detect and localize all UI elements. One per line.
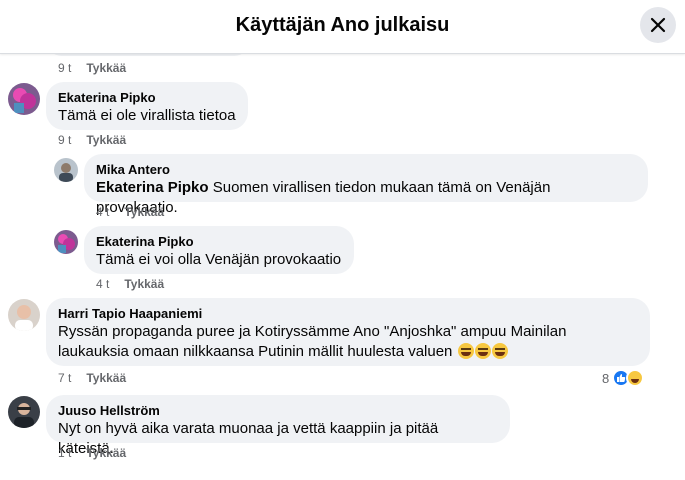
avatar[interactable] — [8, 396, 40, 428]
previous-comment-meta: 9 t Tykkää — [58, 61, 126, 75]
comment-text: Tämä ei ole virallista tietoa — [58, 107, 236, 124]
avatar[interactable] — [54, 158, 78, 182]
haha-reaction-icon — [626, 369, 645, 387]
comment-time[interactable]: 9 t — [58, 133, 71, 147]
comment-author[interactable]: Mika Antero — [96, 162, 636, 178]
comment-text: Tämä ei voi olla Venäjän provokaatio — [96, 251, 342, 268]
reaction-count: 8 — [602, 370, 610, 386]
comment-text-line: laukauksia omaan nilkkaansa Putinin mäll… — [58, 342, 638, 362]
comment-author[interactable]: Ekaterina Pipko — [58, 90, 236, 106]
like-link[interactable]: Tykkää — [86, 61, 126, 75]
comment-time[interactable]: 9 t — [58, 61, 71, 75]
avatar[interactable] — [8, 83, 40, 115]
comment-author[interactable]: Harri Tapio Haapaniemi — [58, 306, 638, 322]
comment-meta: 7 t Tykkää — [58, 371, 126, 385]
comment-author[interactable]: Ekaterina Pipko — [96, 234, 342, 250]
comment-author[interactable]: Juuso Hellström — [58, 403, 498, 419]
comment-meta: 1 t Tykkää — [58, 446, 126, 460]
reaction-summary[interactable]: 8 — [602, 369, 645, 387]
comment-meta: 4 t Tykkää — [96, 277, 164, 291]
comment-bubble: Juuso Hellström Nyt on hyvä aika varata … — [46, 395, 510, 457]
comment-bubble: Ekaterina Pipko Tämä ei voi olla Venäjän… — [84, 226, 354, 274]
grinning-emoji — [474, 343, 491, 359]
comment-meta: 9 t Tykkää — [58, 133, 126, 147]
like-link[interactable]: Tykkää — [124, 277, 164, 291]
comment-bubble: Harri Tapio Haapaniemi Ryssän propaganda… — [46, 298, 650, 366]
close-button[interactable] — [640, 7, 676, 43]
dialog-header: Käyttäjän Ano julkaisu — [0, 0, 685, 54]
dialog-title: Käyttäjän Ano julkaisu — [235, 14, 450, 36]
rolling-laughing-emoji — [491, 343, 508, 359]
comment-body: laukauksia omaan nilkkaansa Putinin mäll… — [58, 343, 453, 360]
comment-time[interactable]: 4 t — [96, 205, 109, 219]
like-link[interactable]: Tykkää — [124, 205, 164, 219]
avatar[interactable] — [54, 230, 78, 254]
comment-time[interactable]: 1 t — [58, 446, 71, 460]
like-link[interactable]: Tykkää — [86, 133, 126, 147]
like-link[interactable]: Tykkää — [86, 371, 126, 385]
comment-bubble: Mika Antero Ekaterina Pipko Suomen viral… — [84, 154, 648, 216]
comment-text: Ekaterina Pipko Suomen virallisen tiedon… — [96, 178, 636, 218]
comment-meta: 4 t Tykkää — [96, 205, 164, 219]
comment-time[interactable]: 7 t — [58, 371, 71, 385]
close-icon — [650, 17, 666, 33]
laughing-emoji — [457, 343, 474, 359]
mention-link[interactable]: Ekaterina Pipko — [96, 179, 209, 196]
comment-bubble: Ekaterina Pipko Tämä ei ole virallista t… — [46, 82, 248, 130]
avatar[interactable] — [8, 299, 40, 331]
like-link[interactable]: Tykkää — [86, 446, 126, 460]
comment-text-line: Ryssän propaganda puree ja Kotiryssämme … — [58, 323, 567, 340]
comment-time[interactable]: 4 t — [96, 277, 109, 291]
